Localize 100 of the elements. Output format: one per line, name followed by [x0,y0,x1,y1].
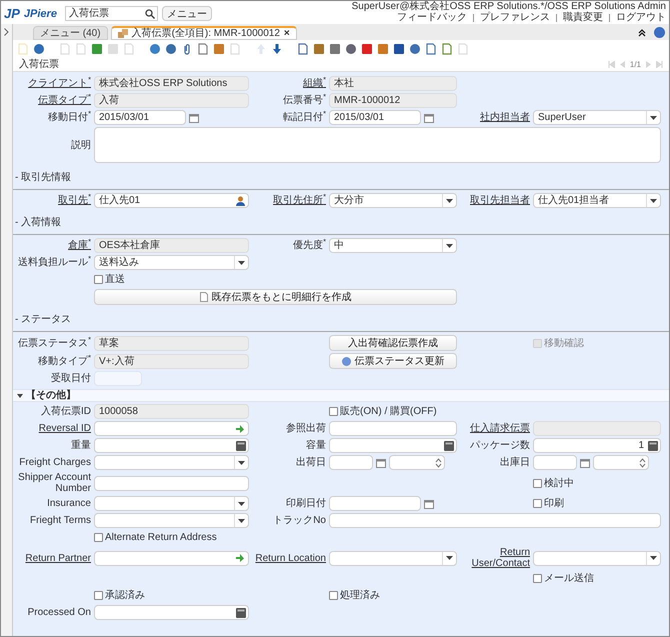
arrow-icon[interactable] [235,424,245,434]
text-field[interactable] [329,513,661,528]
date-field[interactable] [329,496,421,511]
field-link-label[interactable]: クライアント$^{*}$ [15,78,91,89]
calculator-icon[interactable] [236,608,246,618]
field-label: 受取日付 [50,373,91,384]
field-link-label[interactable]: 取引先$^{*}$ [15,195,91,206]
calendar-icon[interactable] [580,458,590,468]
dropdown-field[interactable] [94,455,249,470]
document-icon[interactable] [425,43,437,55]
date-field[interactable]: 2015/03/01 [329,110,421,125]
field-link-label[interactable]: 取引先住所$^{*}$ [252,195,326,206]
checkbox[interactable] [94,591,103,600]
section-title[interactable]: - ステータス [15,314,72,325]
field-link-label[interactable]: Return Partner [15,552,91,564]
text-field[interactable] [94,476,249,490]
header-link[interactable]: プレファレンス [480,12,550,23]
action-button[interactable]: 伝票ステータス更新 [329,353,457,369]
checkbox[interactable] [329,591,338,600]
lookup-field[interactable] [94,550,249,566]
dropdown-field[interactable] [329,550,457,566]
header-link[interactable]: 職責変更 [563,12,603,23]
calendar-icon[interactable] [376,458,386,468]
text-field[interactable] [329,421,457,436]
section-title: 【その他】 [26,388,76,403]
field-link-label[interactable]: 仕入請求伝票 [460,423,530,434]
header-link[interactable]: ログアウト [616,12,666,23]
lookup-field[interactable]: 仕入先01 [94,193,249,208]
arrow-icon[interactable] [235,553,245,563]
section-header[interactable]: 【その他】 [13,389,669,402]
field-link-label[interactable]: Return Location [252,552,326,564]
field-link-label[interactable]: Return User/Contact [460,547,530,569]
field-label: Insurance [46,498,91,509]
calculator-icon[interactable] [236,440,246,450]
checkbox[interactable] [94,533,103,542]
checkbox-label: 直送 [105,272,125,287]
field-link-label[interactable]: 倉庫$^{*}$ [15,240,91,251]
action-button[interactable]: 既存伝票をもとに明細行を作成 [94,289,457,305]
checkbox[interactable] [329,407,338,416]
calculator-icon[interactable] [648,440,658,450]
field-link-label[interactable]: 伝票タイプ$^{*}$ [15,95,91,106]
field-label: 参照出荷 [285,423,326,434]
calendar-icon[interactable] [189,112,199,122]
tab[interactable]: メニュー (40) [33,26,108,40]
person-icon[interactable] [236,196,245,206]
field-link-label[interactable]: Reversal ID [15,423,91,434]
search-field[interactable]: 入荷伝票 [64,6,158,22]
dropdown-field[interactable]: 中 [329,238,457,253]
date-field[interactable] [329,455,373,470]
close-tab-button[interactable]: × [284,26,290,41]
logo: JPiere [24,6,57,22]
checkbox[interactable] [533,574,542,583]
field-label: 出庫日 [499,457,530,468]
lookup-field[interactable] [94,421,249,436]
spinner-icon[interactable] [639,458,646,468]
checkbox[interactable] [94,275,103,284]
calendar-icon[interactable] [424,112,434,122]
field-label: 説明 [70,140,91,150]
number-field[interactable] [94,605,249,620]
field-link-label[interactable]: 社内担当者 [460,112,530,123]
number-field[interactable] [329,438,457,453]
double-chevron-up-icon[interactable] [638,28,646,36]
dropdown-field[interactable]: SuperUser [533,110,661,125]
time-field[interactable] [389,455,445,470]
number-field[interactable] [94,438,249,453]
calendar-icon[interactable] [424,498,434,508]
field-label: 入荷伝票ID [40,406,91,417]
checkbox-label: 承認済み [105,588,145,603]
dropdown-field[interactable] [94,496,249,511]
date-field[interactable] [533,455,577,470]
menu-button[interactable]: メニュー [162,6,212,22]
section-title[interactable]: - 入荷情報 [15,217,62,228]
time-field[interactable] [593,455,649,470]
field-label: 容量 [305,440,326,451]
number-field[interactable]: 1 [533,438,661,453]
header-link[interactable]: フィードバック [397,12,467,23]
dropdown-field[interactable]: 大分市 [329,193,457,208]
field-label: トラックNo [272,515,326,526]
date-field[interactable]: 2015/03/01 [94,110,186,125]
field-label: 印刷日付 [285,498,326,509]
tab[interactable]: 入荷伝票(全項目): MMR-1000012 × [110,26,297,40]
dropdown-field[interactable]: 仕入先01担当者 [533,193,661,208]
chevron-right-icon[interactable] [4,28,9,36]
dropdown-field[interactable]: 送料込み [94,255,249,270]
record-counter: 1/1 [630,58,641,70]
checkbox[interactable] [533,478,542,488]
field-label: Processed On [26,607,91,618]
field-link-label[interactable]: 組織$^{*}$ [252,78,326,89]
spinner-icon[interactable] [435,458,442,468]
down-arrow-icon[interactable] [271,43,283,55]
circle-icon [342,356,350,366]
action-button[interactable]: 入出荷確認伝票作成 [329,335,457,351]
calculator-icon[interactable] [444,440,454,450]
dropdown-field[interactable] [533,550,661,566]
field-link-label[interactable]: 取引先担当者 [460,195,530,206]
caret-icon [238,460,245,464]
checkbox[interactable] [533,499,542,508]
section-title[interactable]: - 取引先情報 [15,172,72,183]
caret-icon [650,198,657,202]
dropdown-field[interactable] [94,513,249,528]
